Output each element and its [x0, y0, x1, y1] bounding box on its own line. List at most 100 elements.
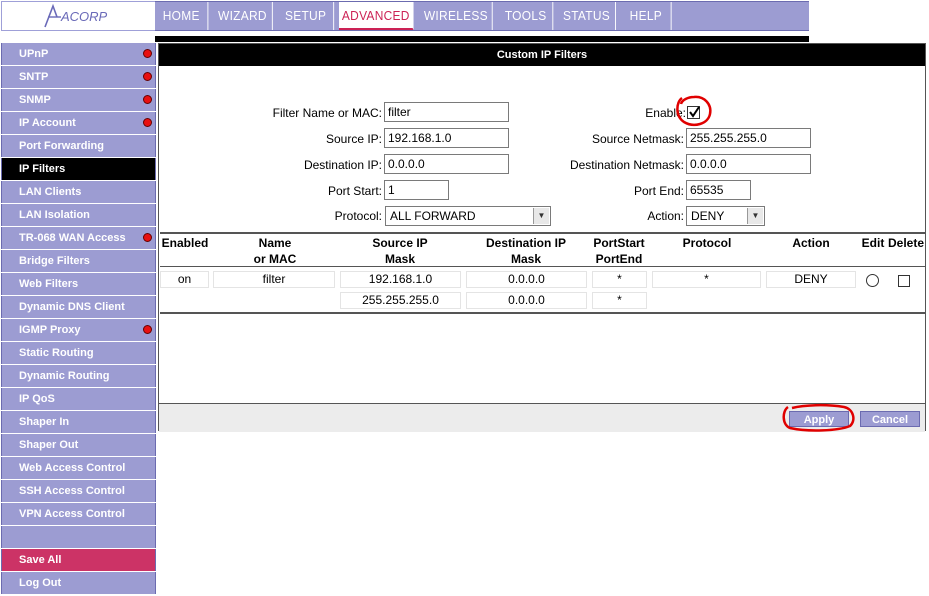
sidebar-item-label: Dynamic DNS Client	[19, 301, 125, 313]
sidebar-item-label: VPN Access Control	[19, 508, 125, 520]
sidebar-item-tr-068-wan-access[interactable]: TR-068 WAN Access	[1, 227, 156, 249]
cell-name: filter	[213, 271, 335, 288]
logo-graphic: ACORP	[43, 3, 108, 28]
header-ports-line2: PortEnd	[595, 252, 643, 266]
cancel-button[interactable]: Cancel	[860, 411, 920, 427]
cell-source-mask: 255.255.255.0	[340, 292, 461, 309]
sidebar-item-dynamic-dns-client[interactable]: Dynamic DNS Client	[1, 296, 156, 318]
header-protocol: Protocol	[682, 236, 732, 250]
dest-netmask-input[interactable]: 0.0.0.0	[686, 154, 811, 174]
sidebar-item-label: Static Routing	[19, 347, 94, 359]
nav-tools[interactable]: TOOLS	[499, 2, 554, 30]
chevron-down-icon: ▼	[747, 208, 763, 224]
sidebar-item-label: IP QoS	[19, 393, 55, 405]
action-selected-value: DENY	[691, 209, 725, 223]
sidebar-item-label: IP Filters	[19, 163, 66, 175]
source-netmask-label: Source Netmask:	[591, 132, 684, 146]
sidebar-item-bridge-filters[interactable]: Bridge Filters	[1, 250, 156, 272]
sidebar-item-static-routing[interactable]: Static Routing	[1, 342, 156, 364]
delete-checkbox[interactable]	[898, 275, 910, 287]
source-ip-input[interactable]: 192.168.1.0	[384, 128, 509, 148]
source-netmask-input[interactable]: 255.255.255.0	[686, 128, 811, 148]
table-header-rule	[160, 266, 925, 267]
sidebar-item-label: Log Out	[19, 577, 62, 589]
sidebar-item-label: SSH Access Control	[19, 485, 125, 497]
acorp-logo: ACORP	[1, 1, 156, 31]
port-start-label: Port Start:	[327, 184, 382, 198]
header-action: Action	[792, 236, 830, 250]
edit-radio[interactable]	[866, 274, 879, 287]
sidebar-item-label: LAN Clients	[19, 186, 82, 198]
filter-name-label: Filter Name or MAC:	[272, 106, 382, 120]
sidebar-item-vpn-access-control[interactable]: VPN Access Control	[1, 503, 156, 525]
status-dot-icon	[143, 233, 152, 242]
top-navigation: HOME WIZARD SETUP ADVANCED WIRELESS TOOL…	[155, 1, 809, 31]
cell-protocol: *	[652, 271, 761, 288]
sidebar-item-label: Bridge Filters	[19, 255, 90, 267]
cell-port-start: *	[592, 271, 647, 288]
sidebar-item-shaper-out[interactable]: Shaper Out	[1, 434, 156, 456]
nav-status[interactable]: STATUS	[558, 2, 616, 30]
table-top-rule	[160, 232, 925, 234]
header-name: Name or MAC	[235, 235, 315, 267]
sidebar-item-log-out[interactable]: Log Out	[1, 572, 156, 594]
sidebar-item-web-access-control[interactable]: Web Access Control	[1, 457, 156, 479]
sidebar-item-ip-filters[interactable]: IP Filters	[1, 158, 156, 180]
nav-wizard[interactable]: WIZARD	[213, 2, 273, 30]
cell-port-end: *	[592, 292, 647, 309]
logo-text: ACORP	[60, 9, 108, 24]
status-dot-icon	[143, 325, 152, 334]
sidebar-item-dynamic-routing[interactable]: Dynamic Routing	[1, 365, 156, 387]
status-dot-icon	[143, 95, 152, 104]
nav-advanced[interactable]: ADVANCED	[339, 2, 414, 30]
status-dot-icon	[143, 118, 152, 127]
sidebar-item-upnp[interactable]: UPnP	[1, 43, 156, 65]
port-end-label: Port End:	[633, 184, 684, 198]
sidebar-item-save-all[interactable]: Save All	[1, 549, 156, 571]
port-end-input[interactable]: 65535	[686, 180, 751, 200]
sidebar-item-label: IP Account	[19, 117, 76, 129]
dest-netmask-label: Destination Netmask:	[569, 158, 684, 172]
protocol-select[interactable]: ALL FORWARD ▼	[385, 206, 551, 226]
dest-ip-input[interactable]: 0.0.0.0	[384, 154, 509, 174]
status-dot-icon	[143, 72, 152, 81]
sidebar-item-ip-account[interactable]: IP Account	[1, 112, 156, 134]
sidebar-item-label: IGMP Proxy	[19, 324, 81, 336]
header-source-line1: Source IP	[372, 236, 428, 250]
sidebar-item-label: LAN Isolation	[19, 209, 90, 221]
sidebar-item-spacer	[1, 526, 156, 548]
nav-wireless[interactable]: WIRELESS	[420, 2, 493, 30]
header-delete: Delete	[887, 236, 925, 250]
port-start-input[interactable]: 1	[384, 180, 449, 200]
dest-ip-label: Destination IP:	[303, 158, 382, 172]
sidebar-item-port-forwarding[interactable]: Port Forwarding	[1, 135, 156, 157]
sidebar-item-lan-clients[interactable]: LAN Clients	[1, 181, 156, 203]
nav-home[interactable]: HOME	[155, 2, 209, 30]
sidebar-item-label: Shaper Out	[19, 439, 79, 451]
filter-name-input[interactable]: filter	[384, 102, 509, 122]
sidebar-item-label: UPnP	[19, 48, 49, 60]
nav-help[interactable]: HELP	[621, 2, 672, 30]
sidebar-item-label: SNMP	[19, 94, 51, 106]
chevron-down-icon: ▼	[533, 208, 549, 224]
panel-title: Custom IP Filters	[159, 44, 925, 66]
sidebar-item-igmp-proxy[interactable]: IGMP Proxy	[1, 319, 156, 341]
header-destination: Destination IP Mask	[475, 235, 577, 267]
sidebar-item-snmp[interactable]: SNMP	[1, 89, 156, 111]
sidebar-item-shaper-in[interactable]: Shaper In	[1, 411, 156, 433]
protocol-label: Protocol:	[334, 209, 382, 223]
action-select[interactable]: DENY ▼	[686, 206, 765, 226]
sidebar-item-web-filters[interactable]: Web Filters	[1, 273, 156, 295]
table-bottom-rule	[160, 312, 925, 314]
nav-divider	[155, 36, 809, 42]
sidebar-item-sntp[interactable]: SNTP	[1, 66, 156, 88]
sidebar-item-ip-qos[interactable]: IP QoS	[1, 388, 156, 410]
sidebar-item-ssh-access-control[interactable]: SSH Access Control	[1, 480, 156, 502]
header-name-line1: Name	[258, 236, 292, 250]
sidebar: UPnP SNTP SNMP IP Account Port Forwarding IP …	[1, 43, 156, 595]
annotation-circle-apply	[782, 403, 855, 432]
annotation-circle-enable	[676, 95, 712, 126]
sidebar-item-lan-isolation[interactable]: LAN Isolation	[1, 204, 156, 226]
cell-dest-ip: 0.0.0.0	[466, 271, 587, 288]
nav-setup[interactable]: SETUP	[278, 2, 335, 30]
